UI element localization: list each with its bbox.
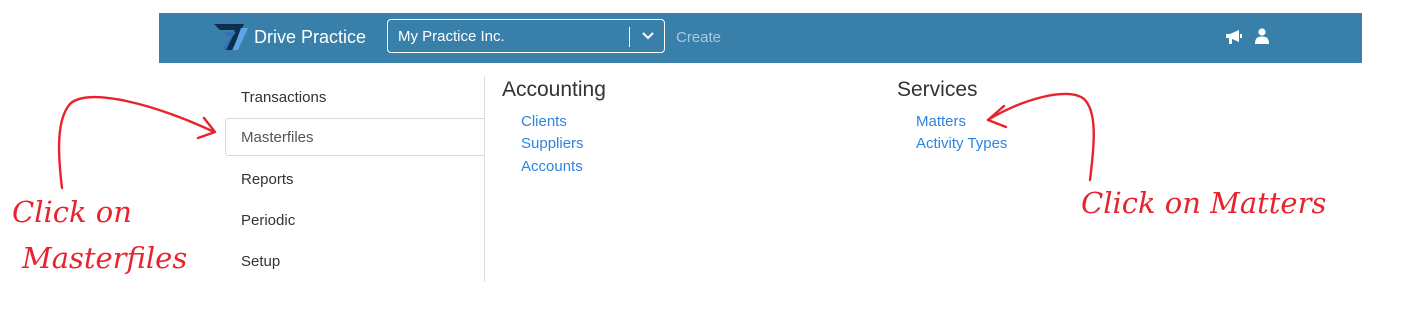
chevron-down-icon[interactable] — [642, 31, 654, 41]
select-separator — [629, 27, 630, 47]
link-matters[interactable]: Matters — [916, 113, 966, 131]
link-accounts[interactable]: Accounts — [521, 158, 583, 176]
services-heading: Services — [897, 78, 978, 101]
link-suppliers[interactable]: Suppliers — [521, 135, 584, 153]
link-activity-types[interactable]: Activity Types — [916, 135, 1007, 153]
menu-item-masterfiles[interactable]: Masterfiles — [225, 118, 485, 156]
link-clients[interactable]: Clients — [521, 113, 567, 131]
menu-item-masterfiles-label: Masterfiles — [241, 129, 314, 146]
annotation-click-on-matters: Click on Matters — [1081, 186, 1327, 220]
menu-divider — [484, 76, 485, 282]
annotation-masterfiles: Masterfiles — [22, 241, 188, 275]
menu-item-transactions[interactable]: Transactions — [241, 89, 326, 107]
practice-select-value: My Practice Inc. — [398, 28, 505, 45]
arrow-to-masterfiles — [57, 96, 217, 190]
menu-item-setup[interactable]: Setup — [241, 253, 280, 271]
menu-item-periodic[interactable]: Periodic — [241, 212, 295, 230]
megaphone-icon[interactable] — [1225, 29, 1243, 45]
top-navigation-bar: Drive Practice My Practice Inc. Create — [159, 13, 1362, 63]
annotation-click-on: Click on — [12, 195, 132, 229]
logo-icon[interactable] — [214, 22, 250, 52]
accounting-heading: Accounting — [502, 78, 606, 101]
brand-name[interactable]: Drive Practice — [254, 26, 366, 48]
create-link[interactable]: Create — [676, 29, 721, 47]
menu-item-reports[interactable]: Reports — [241, 171, 294, 189]
user-icon[interactable] — [1255, 28, 1269, 44]
practice-select[interactable]: My Practice Inc. — [387, 19, 665, 53]
left-menu: Transactions Masterfiles Reports Periodi… — [225, 76, 485, 282]
